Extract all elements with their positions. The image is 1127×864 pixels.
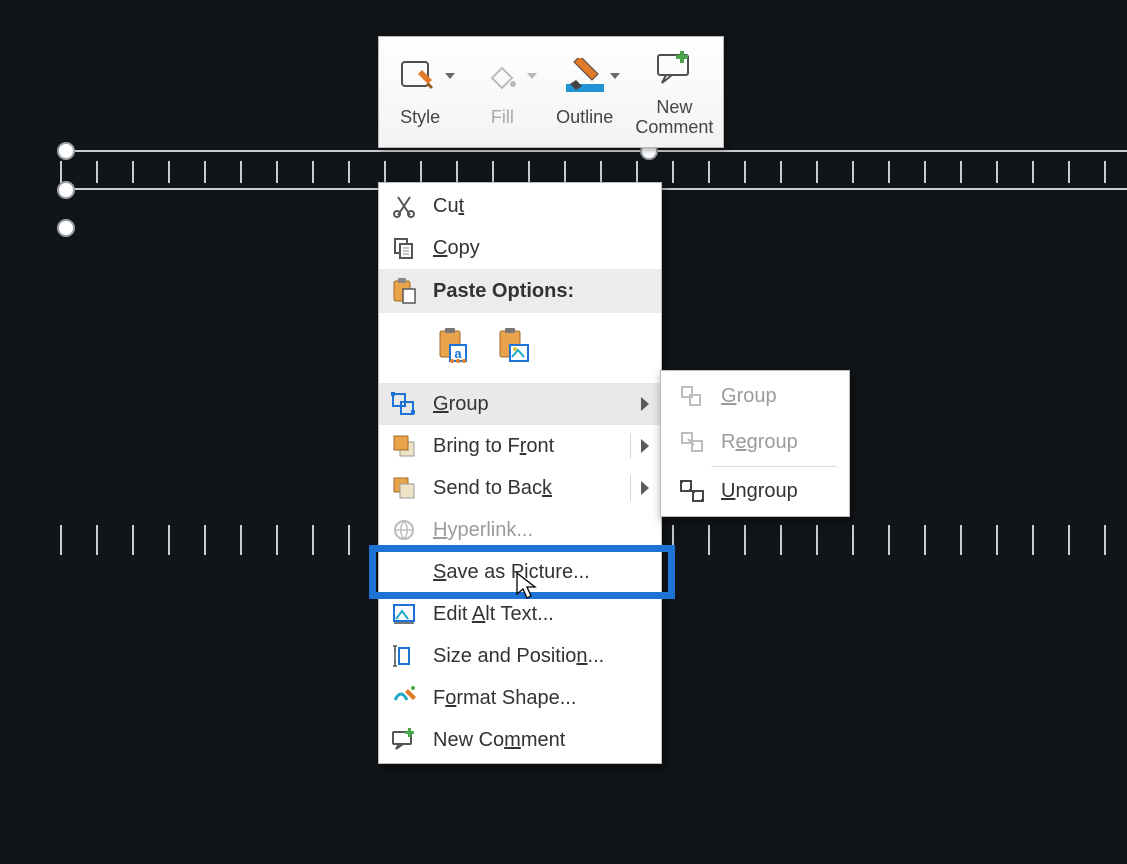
ruler-tick-marks — [60, 161, 1127, 183]
paste-as-picture[interactable] — [493, 322, 535, 370]
size-position-icon — [387, 641, 421, 671]
submenu-regroup: Regroup — [661, 419, 849, 465]
regroup-icon — [675, 427, 709, 457]
blank-icon — [387, 557, 421, 587]
alt-text-icon — [387, 599, 421, 629]
new-comment-icon — [651, 45, 697, 91]
menu-copy[interactable]: Copy — [379, 227, 661, 269]
outline-label: Outline — [556, 107, 613, 128]
menu-save-as-picture[interactable]: Save as Picture... — [379, 551, 661, 593]
selection-handle[interactable] — [57, 142, 75, 160]
split-divider — [630, 475, 631, 501]
fill-button[interactable]: Fill — [461, 37, 543, 147]
menu-label: Group — [721, 385, 835, 408]
menu-label: Ungroup — [721, 480, 835, 503]
menu-label: Save as Picture... — [433, 561, 649, 584]
new-comment-icon — [387, 725, 421, 755]
copy-icon — [387, 233, 421, 263]
menu-label: Format Shape... — [433, 687, 649, 710]
paste-icon — [387, 276, 421, 306]
fill-icon — [479, 55, 525, 101]
menu-separator — [711, 466, 837, 467]
menu-format-shape[interactable]: Format Shape... — [379, 677, 661, 719]
menu-label: Copy — [433, 237, 649, 260]
outline-button[interactable]: Outline — [544, 37, 626, 147]
menu-label: Cut — [433, 195, 649, 218]
menu-label: Hyperlink... — [433, 519, 649, 542]
selection-handle[interactable] — [57, 219, 75, 237]
submenu-group: Group — [661, 373, 849, 419]
menu-label: Group — [433, 393, 641, 416]
menu-label: New Comment — [433, 729, 649, 752]
menu-edit-alt-text[interactable]: Edit Alt Text... — [379, 593, 661, 635]
style-icon — [397, 55, 443, 101]
submenu-arrow-icon[interactable] — [641, 439, 649, 453]
selection-handle[interactable] — [57, 181, 75, 199]
menu-label: Size and Position... — [433, 645, 649, 668]
submenu-arrow-icon[interactable] — [641, 481, 649, 495]
menu-label: Regroup — [721, 431, 835, 454]
split-divider — [630, 433, 631, 459]
menu-group[interactable]: Group — [379, 383, 661, 425]
menu-send-to-back[interactable]: Send to Back — [379, 467, 661, 509]
group-icon — [675, 381, 709, 411]
menu-paste-options-header: Paste Options: — [379, 269, 661, 313]
new-comment-label-1: New — [656, 97, 692, 117]
svg-text:a: a — [454, 346, 462, 361]
context-menu: Cut Copy Paste Options: a Group Bring to… — [378, 182, 662, 764]
menu-bring-to-front[interactable]: Bring to Front — [379, 425, 661, 467]
paste-use-destination-theme[interactable]: a — [433, 322, 475, 370]
menu-hyperlink: Hyperlink... — [379, 509, 661, 551]
bring-to-front-icon — [387, 431, 421, 461]
menu-size-and-position[interactable]: Size and Position... — [379, 635, 661, 677]
group-submenu: Group Regroup Ungroup — [660, 370, 850, 517]
menu-cut[interactable]: Cut — [379, 185, 661, 227]
menu-label: Edit Alt Text... — [433, 603, 649, 626]
fill-label: Fill — [491, 107, 514, 128]
ungroup-icon — [675, 476, 709, 506]
style-label: Style — [400, 107, 440, 128]
mini-toolbar: Style Fill Outline — [378, 36, 724, 148]
submenu-arrow-icon — [641, 397, 649, 411]
style-button[interactable]: Style — [379, 37, 461, 147]
send-to-back-icon — [387, 473, 421, 503]
group-icon — [387, 389, 421, 419]
menu-label: Paste Options: — [433, 280, 649, 303]
submenu-ungroup[interactable]: Ungroup — [661, 468, 849, 514]
menu-label: Bring to Front — [433, 435, 620, 458]
hyperlink-icon — [387, 515, 421, 545]
new-comment-button[interactable]: New Comment — [626, 37, 723, 147]
paste-options-row: a — [379, 313, 661, 383]
cut-icon — [387, 191, 421, 221]
format-shape-icon — [387, 683, 421, 713]
outline-icon — [562, 55, 608, 101]
new-comment-label-2: Comment — [635, 117, 713, 137]
menu-label: Send to Back — [433, 477, 620, 500]
menu-new-comment[interactable]: New Comment — [379, 719, 661, 761]
